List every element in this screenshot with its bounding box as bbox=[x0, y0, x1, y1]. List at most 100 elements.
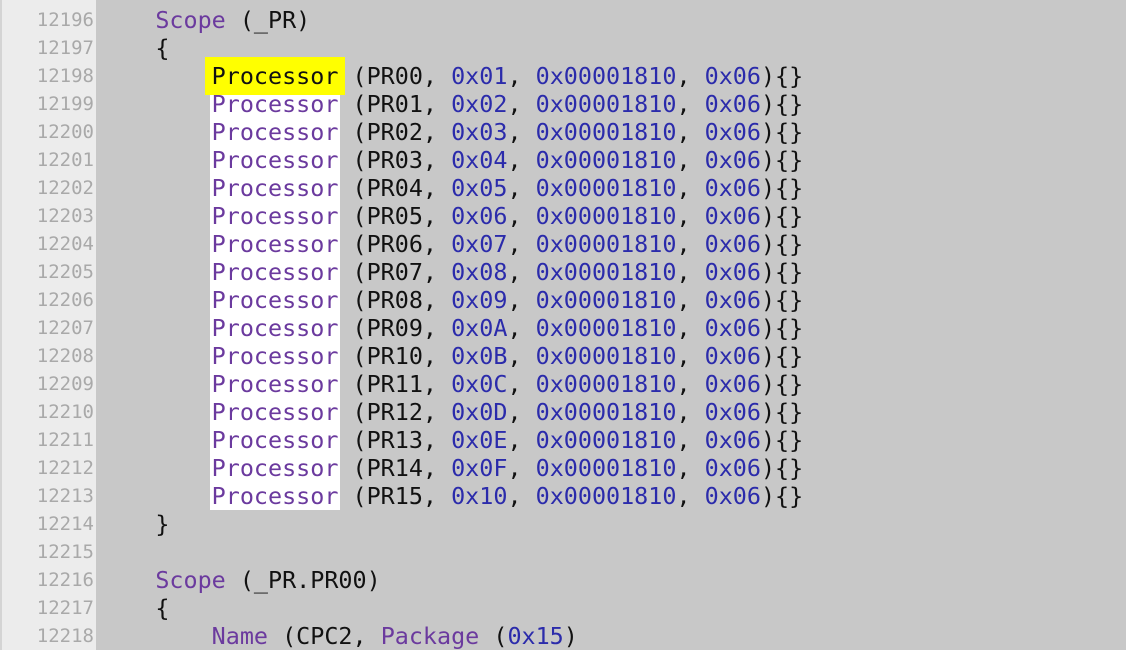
number-token: 0x00001810 bbox=[535, 258, 677, 286]
line-number: 12210 bbox=[36, 401, 94, 423]
keyword-token: Name bbox=[211, 622, 269, 650]
code-token: , bbox=[507, 398, 536, 426]
number-token: 0x06 bbox=[704, 118, 761, 146]
code-token: , bbox=[507, 62, 536, 90]
code-line: { bbox=[99, 34, 169, 62]
number-token: 0x0D bbox=[451, 398, 508, 426]
code-token: , bbox=[676, 314, 705, 342]
code-line: { bbox=[99, 594, 169, 622]
number-token: 0x06 bbox=[704, 90, 761, 118]
code-line: Name (CPC2, Package (0x15) bbox=[99, 622, 578, 650]
code-token: , bbox=[676, 62, 705, 90]
code-line: } bbox=[99, 510, 169, 538]
search-match: Processor bbox=[209, 118, 341, 146]
code-token: ( bbox=[479, 622, 508, 650]
code-line: Processor (PR11, 0x0C, 0x00001810, 0x06)… bbox=[99, 370, 803, 398]
number-token: 0x15 bbox=[507, 622, 564, 650]
code-token: , bbox=[507, 258, 536, 286]
code-token: , bbox=[676, 482, 705, 510]
search-match: Processor bbox=[209, 426, 341, 454]
number-token: 0x04 bbox=[451, 146, 508, 174]
code-line: Processor (PR10, 0x0B, 0x00001810, 0x06)… bbox=[99, 342, 803, 370]
code-token: ){} bbox=[760, 342, 804, 370]
code-line: Processor (PR02, 0x03, 0x00001810, 0x06)… bbox=[99, 118, 803, 146]
code-token: ){} bbox=[760, 482, 804, 510]
code-token: ){} bbox=[760, 370, 804, 398]
number-token: 0x06 bbox=[704, 482, 761, 510]
code-token: (_PR) bbox=[225, 6, 311, 34]
line-number: 12213 bbox=[36, 485, 94, 507]
number-token: 0x08 bbox=[451, 258, 508, 286]
line-number: 12218 bbox=[36, 625, 94, 647]
code-line: Processor (PR12, 0x0D, 0x00001810, 0x06)… bbox=[99, 398, 803, 426]
number-token: 0x00001810 bbox=[535, 398, 677, 426]
number-token: 0x00001810 bbox=[535, 90, 677, 118]
code-line: Processor (PR08, 0x09, 0x00001810, 0x06)… bbox=[99, 286, 803, 314]
line-number: 12214 bbox=[36, 513, 94, 535]
number-token: 0x06 bbox=[704, 62, 761, 90]
code-token: (PR02, bbox=[338, 118, 452, 146]
code-token: ) bbox=[563, 622, 578, 650]
line-number: 12217 bbox=[36, 597, 94, 619]
code-token: (PR01, bbox=[338, 90, 452, 118]
code-token: (PR08, bbox=[338, 286, 452, 314]
code-line: Processor (PR05, 0x06, 0x00001810, 0x06)… bbox=[99, 202, 803, 230]
code-token: ){} bbox=[760, 230, 804, 258]
code-editor[interactable]: Scope (_PR) { Processor (PR00, 0x01, 0x0… bbox=[99, 6, 1126, 650]
code-line: Processor (PR06, 0x07, 0x00001810, 0x06)… bbox=[99, 230, 803, 258]
search-match: Processor bbox=[209, 174, 341, 202]
number-token: 0x10 bbox=[451, 482, 508, 510]
search-match: Processor bbox=[209, 90, 341, 118]
line-number: 12196 bbox=[36, 9, 94, 31]
number-token: 0x00001810 bbox=[535, 426, 677, 454]
code-token: } bbox=[155, 510, 170, 538]
code-token: , bbox=[507, 314, 536, 342]
search-match: Processor bbox=[209, 482, 341, 510]
code-token: ){} bbox=[760, 174, 804, 202]
code-token: ){} bbox=[760, 454, 804, 482]
line-number: 12208 bbox=[36, 345, 94, 367]
search-match: Processor bbox=[209, 258, 341, 286]
code-token: , bbox=[676, 426, 705, 454]
code-token: (PR03, bbox=[338, 146, 452, 174]
line-number: 12216 bbox=[36, 569, 94, 591]
number-token: 0x06 bbox=[704, 202, 761, 230]
code-token: { bbox=[155, 34, 170, 62]
line-number: 12211 bbox=[36, 429, 94, 451]
line-number: 12215 bbox=[36, 541, 94, 563]
line-number: 12199 bbox=[36, 93, 94, 115]
line-number: 12207 bbox=[36, 317, 94, 339]
line-number: 12201 bbox=[36, 149, 94, 171]
code-token: (PR12, bbox=[338, 398, 452, 426]
code-token: , bbox=[507, 230, 536, 258]
code-token: , bbox=[507, 174, 536, 202]
line-number: 12197 bbox=[36, 37, 94, 59]
search-match: Processor bbox=[209, 370, 341, 398]
code-token: ){} bbox=[760, 118, 804, 146]
code-token: , bbox=[507, 118, 536, 146]
code-token: (PR04, bbox=[338, 174, 452, 202]
code-token: (_PR.PR00) bbox=[225, 566, 381, 594]
code-token: , bbox=[676, 258, 705, 286]
search-match: Processor bbox=[209, 286, 341, 314]
code-line: Processor (PR07, 0x08, 0x00001810, 0x06)… bbox=[99, 258, 803, 286]
number-token: 0x00001810 bbox=[535, 230, 677, 258]
number-token: 0x00001810 bbox=[535, 454, 677, 482]
code-token: , bbox=[507, 426, 536, 454]
code-token: , bbox=[676, 398, 705, 426]
number-token: 0x06 bbox=[704, 426, 761, 454]
code-token: ){} bbox=[760, 258, 804, 286]
search-match: Processor bbox=[209, 454, 341, 482]
number-token: 0x00001810 bbox=[535, 118, 677, 146]
code-token: ){} bbox=[760, 202, 804, 230]
search-match: Processor bbox=[209, 146, 341, 174]
search-match: Processor bbox=[209, 202, 341, 230]
number-token: 0x0A bbox=[451, 314, 508, 342]
code-token: (PR09, bbox=[338, 314, 452, 342]
code-line: Processor (PR03, 0x04, 0x00001810, 0x06)… bbox=[99, 146, 803, 174]
number-token: 0x00001810 bbox=[535, 62, 677, 90]
code-token: (CPC2, bbox=[268, 622, 381, 650]
code-line: Processor (PR13, 0x0E, 0x00001810, 0x06)… bbox=[99, 426, 803, 454]
line-number: 12203 bbox=[36, 205, 94, 227]
code-token: ){} bbox=[760, 62, 804, 90]
